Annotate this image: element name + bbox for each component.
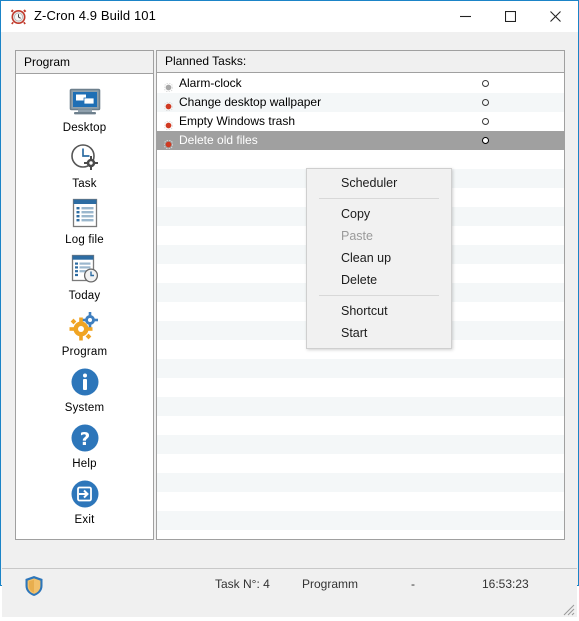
document-clock-icon xyxy=(16,251,153,289)
resize-grip[interactable] xyxy=(561,602,575,616)
sidebar-item-program[interactable]: Program xyxy=(16,307,153,358)
status-task-count: Task N°: 4 xyxy=(215,577,270,591)
shield-icon xyxy=(24,575,44,602)
alarm-clock-icon xyxy=(10,8,27,25)
task-toggle-circle[interactable] xyxy=(482,137,489,144)
sidebar-item-label: Program xyxy=(61,346,108,358)
sidebar-panel: Program Desktop Task Log file Today Prog… xyxy=(15,50,154,540)
task-list-header: Planned Tasks: xyxy=(157,51,564,73)
sidebar-header: Program xyxy=(15,50,154,74)
app-window: Z-Cron 4.9 Build 101 Program Desktop Tas… xyxy=(0,0,579,617)
question-circle-icon: ? xyxy=(16,419,153,457)
title-bar: Z-Cron 4.9 Build 101 xyxy=(1,1,578,33)
info-circle-icon xyxy=(16,363,153,401)
menu-item-shortcut[interactable]: Shortcut xyxy=(307,300,451,322)
sidebar-item-exit[interactable]: Exit xyxy=(16,475,153,526)
task-row-empty[interactable] xyxy=(157,378,564,397)
task-row-empty[interactable] xyxy=(157,530,564,539)
task-row-empty[interactable] xyxy=(157,492,564,511)
menu-item-paste: Paste xyxy=(341,229,373,243)
task-toggle-circle[interactable] xyxy=(482,80,489,87)
menu-item-scheduler[interactable]: Scheduler xyxy=(307,172,451,194)
menu-separator xyxy=(319,198,439,199)
sidebar-item-label: Task xyxy=(72,178,97,190)
clock-gear-icon xyxy=(16,139,153,177)
exit-arrow-icon xyxy=(16,475,153,513)
sidebar-item-system[interactable]: System xyxy=(16,363,153,414)
task-label: Delete old files xyxy=(179,133,258,147)
task-row[interactable]: Alarm-clock xyxy=(157,74,564,93)
context-menu[interactable]: Scheduler Copy Paste Clean up Delete Shortcut… xyxy=(306,168,452,349)
maximize-icon xyxy=(505,10,516,22)
task-status-dot xyxy=(163,117,174,131)
close-icon xyxy=(550,10,561,22)
task-row-empty[interactable] xyxy=(157,359,564,378)
client-area: Program Desktop Task Log file Today Prog… xyxy=(1,32,578,617)
sidebar-item-label: Help xyxy=(72,458,97,470)
task-row-empty[interactable] xyxy=(157,511,564,530)
minimize-icon xyxy=(460,15,471,17)
task-status-dot xyxy=(163,136,174,150)
sidebar-item-today[interactable]: Today xyxy=(16,251,153,302)
sidebar-item-label: Exit xyxy=(74,514,95,526)
task-status-dot xyxy=(163,79,174,93)
task-status-dot xyxy=(163,98,174,112)
task-row-empty[interactable] xyxy=(157,435,564,454)
task-row[interactable]: Empty Windows trash xyxy=(157,112,564,131)
menu-item-delete[interactable]: Delete xyxy=(307,269,451,291)
svg-text:?: ? xyxy=(79,429,89,450)
menu-item-start[interactable]: Start xyxy=(307,322,451,344)
sidebar-item-task[interactable]: Task xyxy=(16,139,153,190)
maximize-button[interactable] xyxy=(488,1,533,31)
sidebar-item-label: Log file xyxy=(65,234,104,246)
task-row-empty[interactable] xyxy=(157,397,564,416)
sidebar-item-help[interactable]: ? Help xyxy=(16,419,153,470)
close-button[interactable] xyxy=(533,1,578,31)
task-label: Empty Windows trash xyxy=(179,114,296,128)
task-row[interactable]: Change desktop wallpaper xyxy=(157,93,564,112)
task-toggle-circle[interactable] xyxy=(482,99,489,106)
sidebar-item-label: Desktop xyxy=(62,122,107,134)
gears-icon xyxy=(16,307,153,345)
status-separator: - xyxy=(411,577,415,591)
task-row-empty[interactable] xyxy=(157,416,564,435)
sidebar-item-label: Today xyxy=(68,290,101,302)
menu-item-clean-up[interactable]: Clean up xyxy=(307,247,451,269)
menu-item-copy[interactable]: Copy xyxy=(307,203,451,225)
window-title: Z-Cron 4.9 Build 101 xyxy=(34,8,156,23)
status-mode: Programm xyxy=(302,577,359,591)
monitor-icon xyxy=(16,83,153,121)
sidebar-item-desktop[interactable]: Desktop xyxy=(16,83,153,134)
task-row-empty[interactable] xyxy=(157,150,564,169)
menu-separator xyxy=(319,295,439,296)
task-toggle-circle[interactable] xyxy=(482,118,489,125)
task-row-empty[interactable] xyxy=(157,454,564,473)
sidebar-item-label: System xyxy=(64,402,105,414)
task-label: Alarm-clock xyxy=(179,76,242,90)
task-row-empty[interactable] xyxy=(157,473,564,492)
sidebar-item-logfile[interactable]: Log file xyxy=(16,195,153,246)
task-label: Change desktop wallpaper xyxy=(179,95,322,109)
status-bar: Task N°: 4 Programm - 16:53:23 xyxy=(2,568,577,617)
task-row[interactable]: Delete old files xyxy=(157,131,564,150)
document-list-icon xyxy=(16,195,153,233)
status-time: 16:53:23 xyxy=(482,577,529,591)
minimize-button[interactable] xyxy=(443,1,488,31)
